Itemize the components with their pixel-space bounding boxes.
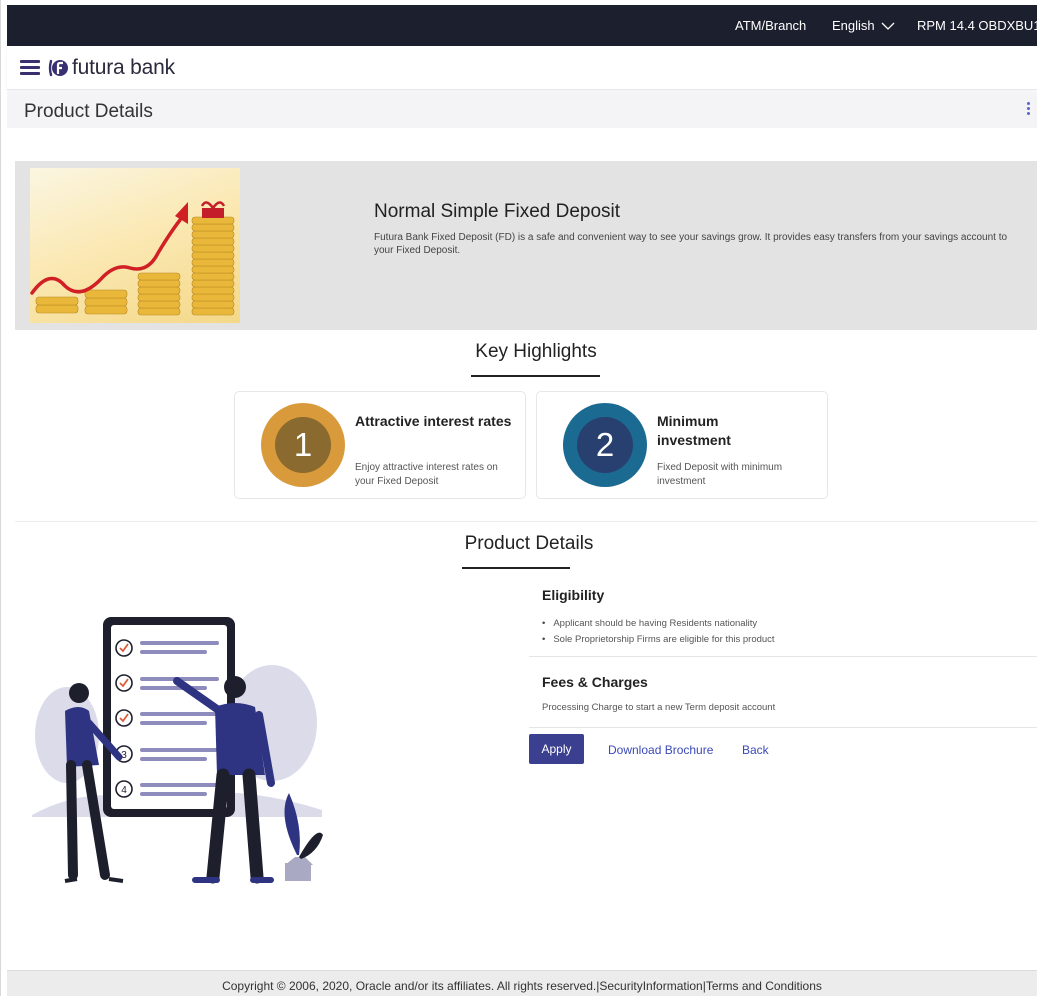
coins-growth-image <box>30 168 240 323</box>
highlight-card: 1 Attractive interest rates Enjoy attrac… <box>234 391 526 499</box>
checklist-illustration: 3 4 <box>27 605 327 890</box>
chevron-down-icon <box>881 22 895 30</box>
page-title: Product Details <box>24 101 153 122</box>
hamburger-menu-icon[interactable] <box>20 58 40 76</box>
product-banner: Normal Simple Fixed Deposit Futura Bank … <box>15 161 1037 330</box>
apply-button[interactable]: Apply <box>529 734 584 764</box>
user-menu[interactable]: RPM 14.4 OBDXBU18 <box>917 18 1037 33</box>
section-divider <box>529 656 1037 657</box>
brand-name: futura bank <box>72 56 175 79</box>
product-details-title: Product Details <box>464 533 594 554</box>
atm-branch-label: ATM/Branch <box>735 18 807 33</box>
product-description: Futura Bank Fixed Deposit (FD) is a safe… <box>374 232 1008 256</box>
highlight-number-badge: 2 <box>563 403 647 487</box>
download-brochure-link[interactable]: Download Brochure <box>608 743 713 757</box>
highlight-number: 1 <box>275 417 331 473</box>
highlight-number: 2 <box>577 417 633 473</box>
user-label: RPM 14.4 OBDXBU18 <box>917 18 1037 33</box>
section-divider <box>15 521 1037 522</box>
highlight-description: Enjoy attractive interest rates on your … <box>355 462 498 487</box>
highlight-title: Attractive interest rates <box>355 413 512 429</box>
fees-title: Fees & Charges <box>542 674 648 690</box>
key-highlights-title: Key Highlights <box>475 341 597 362</box>
eligibility-item: Sole Proprietorship Firms are eligible f… <box>542 632 774 648</box>
highlight-number-badge: 1 <box>261 403 345 487</box>
eligibility-item: Applicant should be having Residents nat… <box>542 616 775 632</box>
product-details-underline <box>462 567 570 569</box>
eligibility-title: Eligibility <box>542 587 605 603</box>
page-header: Product Details <box>7 92 1037 128</box>
page-footer: Copyright © 2006, 2020, Oracle and/or it… <box>7 970 1037 996</box>
futura-logo-icon <box>48 59 68 77</box>
brand-logo[interactable]: futura bank <box>47 56 175 80</box>
footer-text: Copyright © 2006, 2020, Oracle and/or it… <box>222 979 822 993</box>
product-name: Normal Simple Fixed Deposit <box>374 201 621 222</box>
highlight-title: Minimum investment <box>657 413 731 448</box>
language-label: English <box>832 18 875 33</box>
checklist-number: 4 <box>121 785 127 796</box>
eligibility-list: Applicant should be having Residents nat… <box>542 616 775 648</box>
highlight-description: Fixed Deposit with minimum investment <box>657 462 783 487</box>
highlight-card: 2 Minimum investment Fixed Deposit with … <box>536 391 828 499</box>
atm-branch-link[interactable]: ATM/Branch <box>735 18 806 33</box>
language-dropdown[interactable]: English <box>832 18 895 33</box>
fees-text: Processing Charge to start a new Term de… <box>542 702 776 713</box>
kebab-menu-icon[interactable] <box>1027 102 1031 116</box>
top-bar: ATM/Branch English RPM 14.4 OBDXBU18 <box>7 5 1037 46</box>
page: ATM/Branch English RPM 14.4 OBDXBU18 fut… <box>0 0 1037 996</box>
section-divider <box>529 727 1037 728</box>
back-link[interactable]: Back <box>742 743 769 757</box>
app-header: futura bank <box>7 46 1037 90</box>
key-highlights-underline <box>471 375 600 377</box>
